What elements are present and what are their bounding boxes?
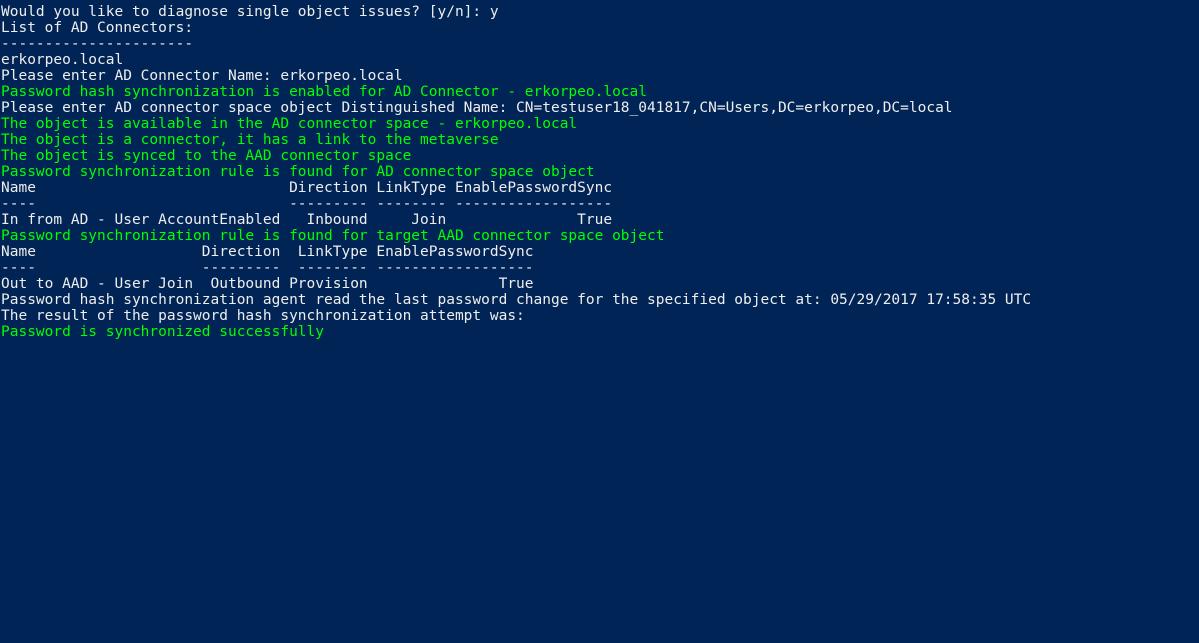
console-line: The object is synced to the AAD connecto…	[1, 148, 1198, 164]
console-line: Please enter AD connector space object D…	[1, 100, 1198, 116]
console-line: Password hash synchronization agent read…	[1, 292, 1198, 308]
console-line: List of AD Connectors:	[1, 20, 1198, 36]
console-line: Password synchronization rule is found f…	[1, 164, 1198, 180]
powershell-console[interactable]: Would you like to diagnose single object…	[0, 0, 1199, 340]
console-line: The result of the password hash synchron…	[1, 308, 1198, 324]
console-line: Password synchronization rule is found f…	[1, 228, 1198, 244]
console-line: Please enter AD Connector Name: erkorpeo…	[1, 68, 1198, 84]
console-line: Out to AAD - User Join Outbound Provisio…	[1, 276, 1198, 292]
console-line: Password hash synchronization is enabled…	[1, 84, 1198, 100]
console-line: Password is synchronized successfully	[1, 324, 1198, 340]
console-line: ---- --------- -------- ----------------…	[1, 260, 1198, 276]
console-line: ---- --------- -------- ----------------…	[1, 196, 1198, 212]
console-line: Would you like to diagnose single object…	[1, 4, 1198, 20]
console-line: erkorpeo.local	[1, 52, 1198, 68]
console-line: In from AD - User AccountEnabled Inbound…	[1, 212, 1198, 228]
console-line: The object is a connector, it has a link…	[1, 132, 1198, 148]
console-line: ----------------------	[1, 36, 1198, 52]
console-line: Name Direction LinkType EnablePasswordSy…	[1, 244, 1198, 260]
console-line: Name Direction LinkType EnablePasswordSy…	[1, 180, 1198, 196]
console-line: The object is available in the AD connec…	[1, 116, 1198, 132]
